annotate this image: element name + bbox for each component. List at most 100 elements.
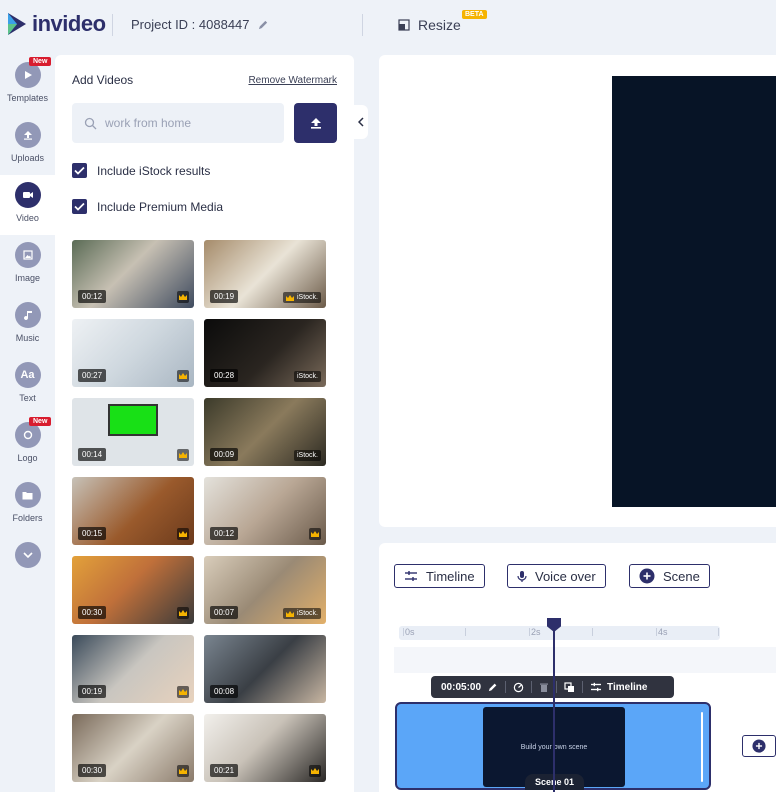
rail-label: Folders (12, 513, 43, 523)
collapse-panel-button[interactable] (354, 105, 368, 139)
upload-icon (310, 118, 321, 129)
trash-icon[interactable] (539, 682, 549, 693)
crown-icon (177, 765, 189, 777)
pencil-icon[interactable] (258, 19, 269, 30)
rail-more-button[interactable] (0, 535, 55, 595)
audio-track[interactable] (394, 647, 776, 673)
video-duration: 00:12 (78, 290, 107, 303)
ruler-tick (718, 628, 719, 636)
resize-button[interactable]: Resize (398, 17, 461, 33)
video-duration: 00:30 (78, 764, 107, 777)
crown-icon (285, 294, 294, 301)
speed-icon[interactable] (513, 682, 524, 693)
pencil-icon[interactable] (488, 682, 498, 692)
header-divider (112, 14, 113, 36)
invideo-logo[interactable]: invideo (6, 11, 106, 37)
ruler-tick (403, 628, 404, 636)
image-icon (14, 242, 41, 268)
top-bar: invideo Project ID : 4088447 Resize BETA (0, 0, 776, 50)
checkbox-checked-icon[interactable] (72, 163, 87, 178)
logo-mark-icon (8, 13, 26, 35)
include-premium-checkbox[interactable]: Include Premium Media (72, 199, 223, 214)
ruler-label: 0s (405, 627, 415, 637)
video-duration: 00:27 (78, 369, 107, 382)
remove-watermark-link[interactable]: Remove Watermark (248, 75, 337, 86)
video-duration: 00:08 (210, 685, 239, 698)
new-badge: New (29, 57, 52, 66)
toolbar-divider (531, 681, 533, 693)
rail-label: Uploads (10, 153, 45, 163)
timeline-button[interactable]: Timeline (394, 564, 485, 588)
video-thumbnail[interactable]: 00:14 (72, 398, 194, 466)
duplicate-icon[interactable] (564, 681, 575, 693)
rail-item-logo[interactable]: Logo New (0, 415, 55, 475)
toolbar-divider (505, 681, 507, 693)
append-scene-button[interactable] (742, 735, 776, 757)
upload-button[interactable] (294, 103, 337, 143)
ruler-label: 4s (658, 627, 668, 637)
istock-badge: iStock. (282, 292, 321, 303)
checkbox-label: Include Premium Media (97, 199, 224, 214)
playhead-line[interactable] (553, 627, 555, 792)
scene-resize-handle[interactable] (701, 712, 703, 782)
video-camera-icon (14, 182, 41, 208)
video-duration: 00:21 (210, 764, 239, 777)
new-badge: New (29, 417, 52, 426)
video-thumbnail[interactable]: 00:09 iStock. (204, 398, 326, 466)
rail-item-image[interactable]: Image (0, 235, 55, 295)
istock-badge: iStock. (293, 450, 321, 461)
toolbar-timeline-button[interactable]: Timeline (607, 682, 647, 693)
video-duration: 00:19 (210, 290, 239, 303)
rail-item-templates[interactable]: Templates New (0, 55, 55, 115)
istock-tag: iStock. (296, 294, 318, 301)
rail-item-music[interactable]: Music (0, 295, 55, 355)
video-thumbnail[interactable]: 00:12 (72, 240, 194, 308)
video-thumbnail[interactable]: 00:07 iStock. (204, 556, 326, 624)
video-thumbnail[interactable]: 00:19 iStock. (204, 240, 326, 308)
include-istock-checkbox[interactable]: Include iStock results (72, 163, 210, 178)
rail-item-folders[interactable]: Folders (0, 475, 55, 535)
video-thumbnail[interactable]: 00:30 (72, 714, 194, 782)
checkbox-checked-icon[interactable] (72, 199, 87, 214)
ruler-tick (656, 628, 657, 636)
timeline-panel: Timeline Voice over Scene 0s 2s 4s 00:05… (379, 543, 776, 792)
video-thumbnail[interactable]: 00:19 (72, 635, 194, 703)
toolbar-divider (556, 681, 558, 693)
video-thumbnail[interactable]: 00:27 (72, 319, 194, 387)
istock-badge: iStock. (293, 371, 321, 382)
crown-icon (309, 528, 321, 540)
logo-text: invideo (32, 11, 106, 36)
video-duration: 00:14 (78, 448, 107, 461)
rail-item-video[interactable]: Video (0, 175, 55, 235)
video-thumbnail[interactable]: 00:12 (204, 477, 326, 545)
plus-circle-icon (639, 568, 655, 584)
ruler-label: 2s (531, 627, 541, 637)
panel-title: Add Videos (72, 73, 134, 87)
video-canvas[interactable] (612, 76, 776, 507)
upload-icon (14, 122, 41, 148)
voice-over-label: Voice over (535, 568, 596, 584)
time-ruler[interactable]: 0s 2s 4s (399, 626, 720, 640)
scene-duration[interactable]: 00:05:00 (441, 682, 481, 693)
video-thumbnail[interactable]: 00:30 (72, 556, 194, 624)
voice-over-button[interactable]: Voice over (507, 564, 606, 588)
video-duration: 00:30 (78, 606, 107, 619)
video-thumbnail[interactable]: 00:08 (204, 635, 326, 703)
istock-tag: iStock. (296, 610, 318, 617)
video-duration: 00:12 (210, 527, 239, 540)
istock-badge: iStock. (282, 608, 321, 619)
video-duration: 00:07 (210, 606, 239, 619)
rail-item-uploads[interactable]: Uploads (0, 115, 55, 175)
video-duration: 00:09 (210, 448, 239, 461)
video-thumbnail[interactable]: 00:28 iStock. (204, 319, 326, 387)
add-scene-button[interactable]: Scene (629, 564, 710, 588)
video-thumbnail[interactable]: 00:21 (204, 714, 326, 782)
crown-icon (177, 370, 189, 382)
crown-icon (177, 449, 189, 461)
video-thumbnail[interactable]: 00:15 (72, 477, 194, 545)
resize-label: Resize (418, 17, 461, 33)
rail-item-text[interactable]: Aa Text (0, 355, 55, 415)
search-input[interactable] (105, 116, 265, 130)
toolbar-divider (582, 681, 584, 693)
chevron-left-icon (358, 117, 364, 127)
